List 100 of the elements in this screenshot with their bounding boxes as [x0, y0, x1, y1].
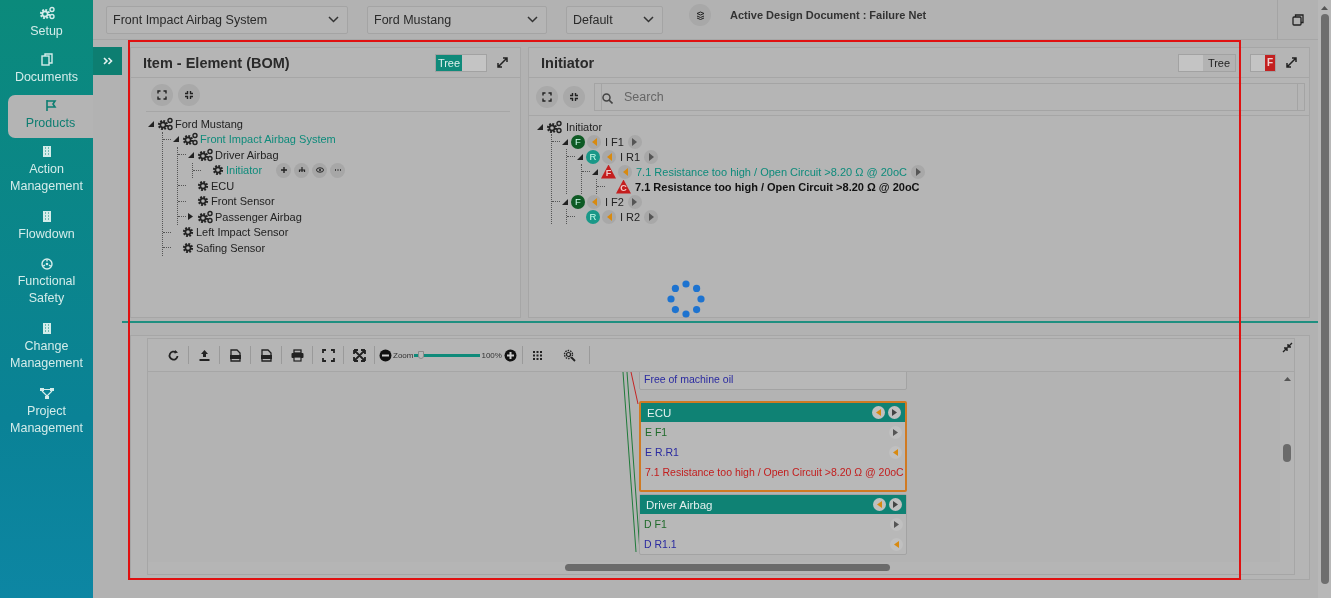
panel-title: Item - Element (BOM): [143, 54, 291, 71]
right-caret-icon: [893, 428, 898, 436]
sidebar-item[interactable]: Documents: [0, 49, 93, 92]
expanded-triangle-icon[interactable]: [188, 151, 194, 158]
tree-item[interactable]: 7.1 Resistance too high / Open Circuit >8.20 Ω @ 20oC: [635, 180, 920, 193]
gears-icon: [546, 119, 562, 134]
search-icon: [602, 92, 613, 104]
eye-icon: [315, 166, 324, 175]
gear-icon: [197, 195, 209, 208]
next-link-button[interactable]: [911, 164, 925, 179]
next-link-button[interactable]: [627, 194, 642, 209]
up-arrow-icon[interactable]: [1321, 5, 1328, 10]
zoom-slider[interactable]: [414, 353, 481, 357]
expand-icon: [542, 91, 552, 102]
gear-icon: [182, 241, 194, 254]
expand-all-button[interactable]: [536, 85, 558, 108]
tree-item[interactable]: I R2: [620, 210, 641, 223]
tree-item[interactable]: I F2: [605, 195, 624, 208]
diagram-card[interactable]: ECU E F1 E R.R1 7.1 Resistance too high / Open Circuit >8.20 Ω @ 20oC: [639, 401, 907, 492]
diagram-card[interactable]: Driver Airbag D F1 D R1.1: [639, 494, 907, 555]
hierarchy-button[interactable]: [294, 162, 310, 178]
copy-icon[interactable]: [1292, 13, 1304, 26]
layers-button[interactable]: [689, 4, 711, 26]
tree-item[interactable]: ECU: [211, 179, 235, 192]
sidebar-item[interactable]: Setup: [0, 2, 93, 46]
right-caret-icon: [894, 520, 899, 528]
fit-screen-icon: [321, 348, 335, 362]
card-row-text: Free of machine oil: [644, 373, 734, 385]
sidebar-item[interactable]: Action Management: [0, 141, 93, 203]
up-arrow-icon[interactable]: [1283, 376, 1291, 381]
next-link-button[interactable]: [627, 134, 642, 149]
dropdown[interactable]: Ford Mustang: [367, 5, 547, 34]
previous-button[interactable]: [873, 498, 886, 511]
next-link-button[interactable]: [890, 517, 903, 531]
expanded-triangle-icon[interactable]: [173, 136, 179, 143]
slider-thumb[interactable]: [418, 350, 425, 359]
building-icon: [41, 145, 52, 158]
page-scrollbar-thumb[interactable]: [1320, 14, 1329, 584]
file-icon: [228, 348, 242, 362]
tree-item[interactable]: Left Impact Sensor: [196, 226, 289, 239]
fullscreen-icon[interactable]: [1286, 57, 1297, 68]
view-button[interactable]: [312, 162, 328, 178]
double-chevron-icon: [102, 57, 113, 65]
tree-item[interactable]: Ford Mustang: [175, 117, 243, 130]
sidebar-item[interactable]: Change Management: [0, 318, 93, 380]
sidebar-item[interactable]: Functional Safety: [0, 254, 93, 315]
node-badge: R: [586, 209, 600, 224]
horizontal-scrollbar[interactable]: [147, 562, 1295, 575]
card-title: Driver Airbag: [646, 498, 713, 511]
sidebar-item[interactable]: Project Management: [0, 383, 93, 445]
next-link-button[interactable]: [644, 209, 659, 224]
expand-all-button[interactable]: [151, 83, 173, 106]
card-row-text: D R1.1: [644, 538, 677, 550]
dropdown[interactable]: Front Impact Airbag System: [106, 5, 348, 34]
previous-button[interactable]: [872, 406, 885, 419]
node-badge: F: [571, 134, 585, 149]
scrollbar-thumb[interactable]: [1283, 444, 1291, 462]
tree-item[interactable]: Passenger Airbag: [215, 210, 302, 223]
tree-view-toggle[interactable]: Tree: [1178, 53, 1236, 72]
tree-item[interactable]: Front Sensor: [211, 195, 275, 208]
scrollbar-thumb[interactable]: [565, 564, 890, 571]
fullscreen-icon[interactable]: [497, 57, 508, 68]
gears-icon: [197, 147, 213, 162]
search-field[interactable]: Search: [601, 82, 1298, 111]
plus-circle-icon: [504, 348, 518, 362]
tree-item[interactable]: I R1: [620, 150, 641, 163]
panel-title: Initiator: [541, 54, 596, 71]
add-button[interactable]: [276, 162, 292, 178]
collapse-arrows-icon[interactable]: [1282, 342, 1293, 353]
next-button[interactable]: [888, 406, 901, 419]
next-link-button[interactable]: [889, 425, 902, 439]
card-row-text: 7.1 Resistance too high / Open Circuit >8.20 Ω @ 20oC: [645, 466, 904, 478]
next-button[interactable]: [889, 498, 902, 511]
tree-view-toggle[interactable]: Tree: [435, 53, 487, 72]
next-link-button[interactable]: [644, 149, 659, 164]
diagram-card[interactable]: Free of machine oil: [639, 372, 907, 390]
expanded-triangle-icon[interactable]: [562, 138, 568, 145]
expanded-triangle-icon[interactable]: [537, 123, 543, 130]
chevron-down-icon: [328, 16, 339, 23]
expanded-triangle-icon[interactable]: [592, 168, 598, 175]
collapse-all-button[interactable]: [563, 85, 585, 108]
expanded-triangle-icon[interactable]: [562, 198, 568, 205]
card-row-text: E R.R1: [645, 446, 679, 458]
node-badge: R: [586, 149, 600, 164]
expand-sidebar-button[interactable]: [93, 47, 122, 75]
tree-item[interactable]: Initiator: [566, 120, 603, 133]
failure-filter-toggle[interactable]: F: [1250, 53, 1276, 72]
gear-icon: [197, 179, 209, 192]
expanded-triangle-icon[interactable]: [577, 153, 583, 160]
collapsed-triangle-icon[interactable]: [188, 213, 193, 221]
node-badge: F: [571, 194, 585, 209]
gears-icon: [157, 116, 173, 131]
tree-item[interactable]: Driver Airbag: [215, 148, 279, 161]
expanded-triangle-icon[interactable]: [148, 120, 154, 127]
tree-item[interactable]: I F1: [605, 135, 624, 148]
dropdown[interactable]: Default: [566, 5, 663, 34]
sidebar-item[interactable]: Flowdown: [0, 206, 93, 251]
tree-item[interactable]: Safing Sensor: [196, 241, 266, 254]
chevron-down-icon: [643, 16, 654, 23]
collapse-all-button[interactable]: [178, 83, 200, 106]
